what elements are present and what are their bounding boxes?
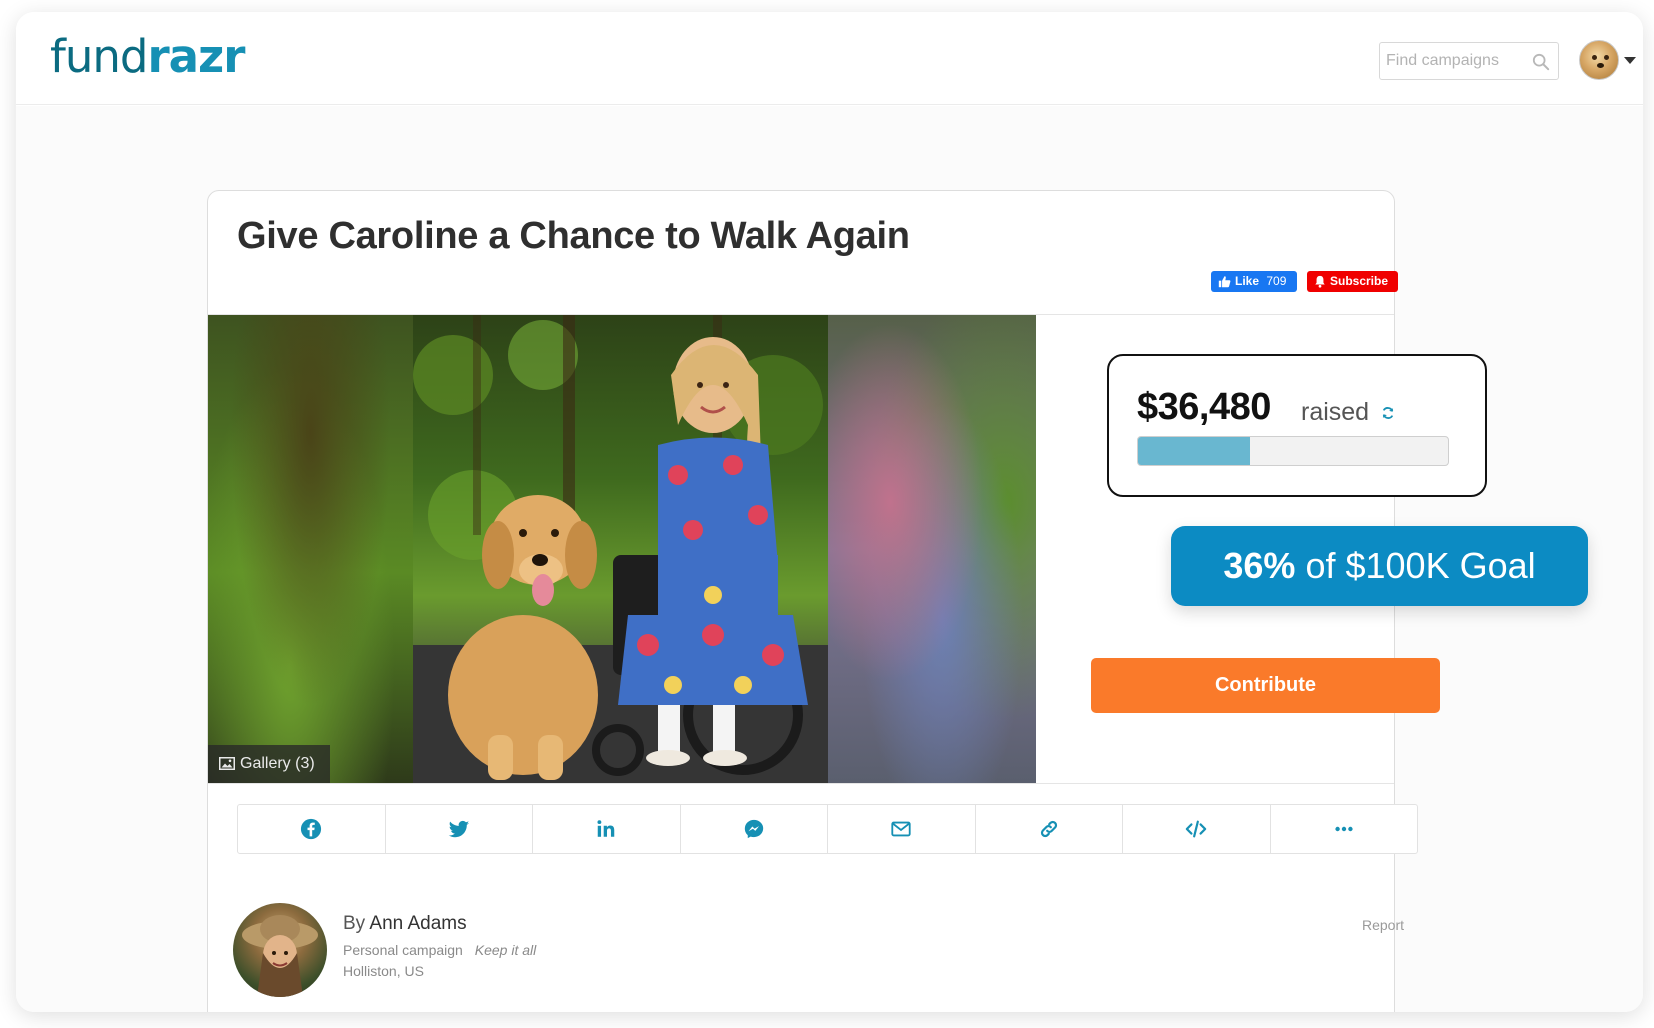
- goal-text: of $100K Goal: [1305, 545, 1536, 586]
- goal-percent: 36%: [1223, 545, 1296, 586]
- contribute-button[interactable]: Contribute: [1091, 658, 1440, 713]
- image-icon: [219, 757, 235, 770]
- search-input[interactable]: [1386, 51, 1526, 71]
- share-email-button[interactable]: [828, 805, 976, 853]
- progress-fill: [1138, 437, 1250, 465]
- creator-photo: [242, 915, 318, 997]
- gallery-button[interactable]: Gallery (3): [208, 745, 330, 783]
- avatar-eye: [1592, 55, 1597, 60]
- embed-button[interactable]: [1123, 805, 1271, 853]
- email-icon: [891, 821, 911, 837]
- facebook-icon: [301, 818, 322, 840]
- campaign-title: Give Caroline a Chance to Walk Again: [237, 215, 910, 257]
- refresh-icon[interactable]: [1381, 406, 1395, 420]
- campaign-photo[interactable]: [413, 315, 828, 783]
- creator-location: Holliston, US: [343, 963, 424, 979]
- share-messenger-button[interactable]: [681, 805, 828, 853]
- avatar-nose: [1597, 63, 1604, 68]
- goal-progress-badge: 36% of $100K Goal: [1171, 526, 1588, 606]
- thumbs-up-icon: [1218, 276, 1231, 288]
- campaign-meta: Personal campaign Keep it all: [343, 942, 536, 958]
- divider: [208, 783, 1394, 784]
- raised-label: raised: [1301, 398, 1370, 426]
- blurred-background-right: [828, 315, 1036, 783]
- youtube-subscribe-button[interactable]: Subscribe: [1307, 271, 1398, 292]
- embed-code-icon: [1185, 820, 1207, 838]
- browser-frame: fundrazr Give Caroline a Chance to Walk …: [16, 12, 1643, 1012]
- user-avatar[interactable]: [1579, 40, 1619, 80]
- search-box: [1379, 42, 1559, 80]
- amount-raised-panel: $36,480 raised: [1107, 354, 1487, 497]
- campaign-type: Personal campaign: [343, 942, 463, 958]
- share-bar: [237, 804, 1418, 854]
- more-icon: [1335, 826, 1353, 832]
- creator-byline: By Ann Adams: [343, 913, 467, 934]
- copy-link-button[interactable]: [976, 805, 1123, 853]
- fundraising-progress-bar: [1137, 436, 1449, 466]
- link-icon: [1040, 820, 1057, 838]
- top-navigation-bar: fundrazr: [16, 12, 1643, 105]
- avatar-eye: [1604, 55, 1609, 60]
- chevron-down-icon[interactable]: [1624, 57, 1636, 64]
- share-twitter-button[interactable]: [386, 805, 533, 853]
- campaign-media[interactable]: Gallery (3): [208, 315, 1036, 783]
- more-share-options-button[interactable]: [1271, 805, 1418, 853]
- photo-illustration: [413, 315, 828, 783]
- facebook-like-button[interactable]: Like 709: [1211, 271, 1297, 292]
- fundrazr-logo[interactable]: fundrazr: [50, 32, 245, 82]
- blurred-background-left: [208, 315, 413, 783]
- amount-raised: $36,480: [1137, 386, 1271, 428]
- bell-icon: [1315, 275, 1325, 288]
- like-count: 709: [1266, 274, 1287, 288]
- share-linkedin-button[interactable]: [533, 805, 681, 853]
- share-facebook-button[interactable]: [238, 805, 386, 853]
- twitter-icon: [448, 820, 469, 838]
- creator-avatar[interactable]: [233, 903, 327, 997]
- report-link[interactable]: Report: [1362, 917, 1404, 933]
- messenger-icon: [744, 819, 763, 839]
- creator-name[interactable]: Ann Adams: [369, 913, 466, 934]
- linkedin-icon: [597, 820, 615, 837]
- funding-model[interactable]: Keep it all: [475, 942, 536, 958]
- search-icon[interactable]: [1532, 53, 1550, 71]
